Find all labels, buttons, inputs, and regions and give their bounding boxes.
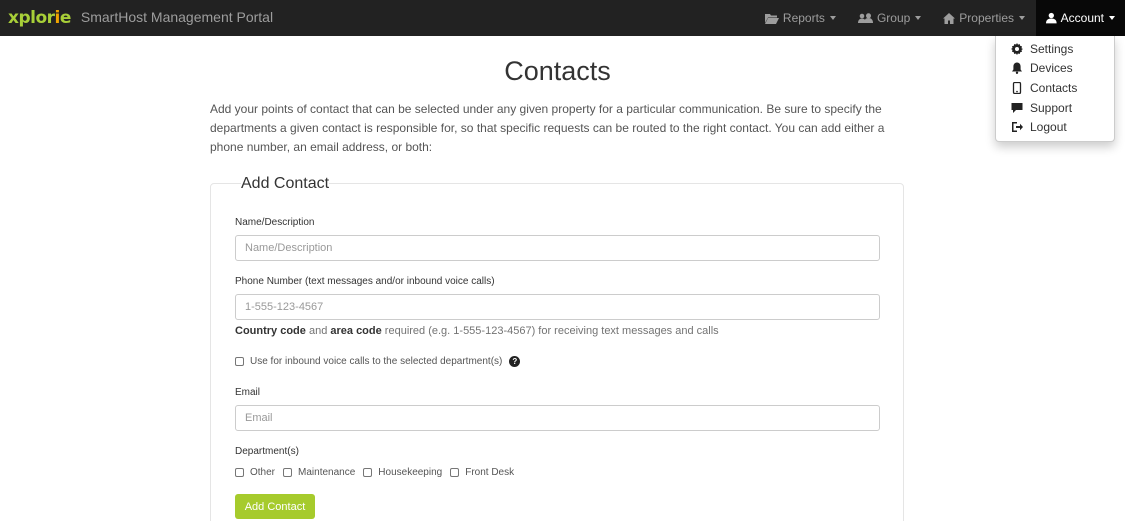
- chevron-down-icon: [829, 16, 836, 20]
- add-contact-legend: Add Contact: [241, 175, 330, 193]
- menu-item-label: Logout: [1030, 120, 1067, 135]
- departments-label: Department(s): [235, 446, 299, 457]
- help-rest: required (e.g. 1-555-123-4567) for recei…: [381, 325, 719, 337]
- users-icon: [857, 12, 873, 23]
- chevron-down-icon: [1109, 16, 1115, 20]
- chevron-down-icon: [1019, 16, 1025, 20]
- menu-item-label: Support: [1030, 100, 1073, 115]
- department-option[interactable]: Other: [235, 467, 275, 478]
- name-input[interactable]: [235, 235, 880, 261]
- department-label: Other: [250, 467, 276, 478]
- brand[interactable]: xplorie SmartHost Management Portal: [8, 8, 273, 28]
- question-circle-icon[interactable]: ?: [509, 356, 521, 367]
- phone-input[interactable]: [235, 294, 880, 320]
- nav-group-label: Group: [876, 11, 911, 25]
- help-area-code: area code: [330, 325, 382, 337]
- nav-properties-label: Properties: [959, 11, 1014, 25]
- gear-icon: [1011, 42, 1023, 55]
- department-option[interactable]: Front Desk: [450, 467, 514, 478]
- department-housekeeping-checkbox[interactable]: [363, 468, 373, 477]
- phone-help-text: Country code and area code required (e.g…: [235, 325, 719, 337]
- help-country-code: Country code: [235, 325, 306, 337]
- nav-group[interactable]: Group: [847, 0, 932, 36]
- top-navbar: xplorie SmartHost Management Portal Repo…: [0, 0, 1125, 36]
- nav-account[interactable]: Account: [1036, 0, 1125, 36]
- portal-title: SmartHost Management Portal: [80, 9, 274, 25]
- nav-properties[interactable]: Properties: [932, 0, 1036, 36]
- department-option[interactable]: Housekeeping: [363, 467, 442, 478]
- department-maintenance-checkbox[interactable]: [283, 468, 293, 477]
- account-dropdown-menu: Settings Devices Contacts Support Logout: [995, 36, 1115, 142]
- home-icon: [943, 12, 956, 24]
- voice-calls-checkbox[interactable]: [235, 357, 244, 366]
- page-title: Contacts: [504, 56, 611, 86]
- department-other-checkbox[interactable]: [235, 468, 244, 477]
- folder-open-icon: [764, 13, 779, 24]
- nav-account-label: Account: [1060, 11, 1104, 25]
- user-icon: [1046, 12, 1057, 24]
- add-contact-button[interactable]: Add Contact: [235, 494, 315, 519]
- voice-calls-row: Use for inbound voice calls to the selec…: [235, 356, 521, 367]
- department-label: Housekeeping: [378, 467, 443, 478]
- nav-reports-label: Reports: [782, 11, 825, 25]
- email-label: Email: [235, 387, 261, 398]
- main-nav: Reports Group Properties Account: [754, 0, 1125, 36]
- departments-row: Other Maintenance Housekeeping Front Des…: [235, 467, 522, 478]
- log-out-icon: [1012, 122, 1023, 133]
- menu-item-logout[interactable]: Logout: [996, 117, 1114, 137]
- department-option[interactable]: Maintenance: [283, 467, 355, 478]
- department-label: Maintenance: [298, 467, 356, 478]
- voice-calls-label: Use for inbound voice calls to the selec…: [250, 356, 503, 367]
- phone-label: Phone Number (text messages and/or inbou…: [235, 276, 495, 287]
- department-front-desk-checkbox[interactable]: [450, 468, 460, 477]
- menu-item-label: Settings: [1030, 41, 1074, 56]
- comment-icon: [1011, 102, 1023, 113]
- xplorie-logo[interactable]: xplorie: [8, 8, 71, 28]
- page-intro: Add your points of contact that can be s…: [210, 102, 885, 154]
- name-label: Name/Description: [235, 217, 315, 228]
- nav-reports[interactable]: Reports: [754, 0, 847, 36]
- menu-item-support[interactable]: Support: [996, 98, 1114, 118]
- email-input[interactable]: [235, 405, 880, 431]
- help-and: and: [305, 325, 331, 337]
- chevron-down-icon: [915, 16, 922, 20]
- department-label: Front Desk: [465, 467, 515, 478]
